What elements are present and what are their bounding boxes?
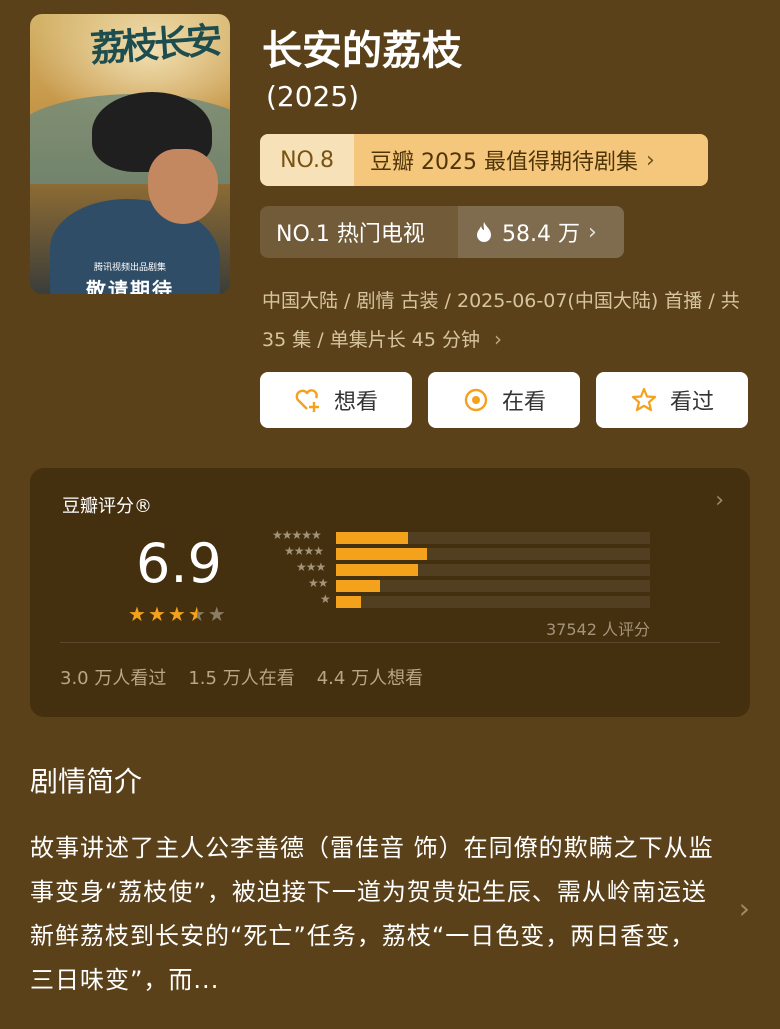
chevron-right-icon[interactable]: › [739,892,750,925]
rating-card[interactable]: 豆瓣评分® › 6.9 ★ ★ ★ ★ ★ ★★★★★ ★★★★ ★★★ ★★ ★ 37542 … [30,468,750,717]
flame-icon [477,222,491,242]
action-buttons: 想看 在看 看过 [260,372,748,428]
rating-count: 37542 人评分 [546,620,650,639]
rating-score: 6.9 [136,532,222,595]
heat-value: 58.4 万 › [458,206,624,258]
poster-figure-face [148,149,218,224]
want-count[interactable]: 4.4 万人想看 [317,664,423,690]
watching-icon [464,388,488,412]
star-outline-icon [631,387,657,412]
heat-text: 58.4 万 [502,222,580,247]
rating-heading: 豆瓣评分® [62,496,152,517]
want-label: 想看 [333,390,378,415]
chevron-right-icon: › [494,327,502,351]
star-filled-icon: ★ [128,602,146,626]
hot-rank-badge[interactable]: NO.1 热门电视 58.4 万 › [260,206,624,258]
want-to-watch-button[interactable]: 想看 [260,372,412,428]
hot-rank-label: NO.1 热门电视 [276,222,425,247]
rating-bar-5-star: ★★★★★ [254,528,654,544]
rating-bar-fill [336,532,408,544]
rating-bar-4-star: ★★★★ [254,544,654,560]
expected-rank-label: 豆瓣 2025 最值得期待剧集 › [354,134,708,186]
rating-bar-stars-label: ★ [320,592,331,606]
watched-label: 看过 [669,390,714,415]
page-title: 长安的荔枝 [262,28,462,74]
rating-bar-fill [336,564,418,576]
star-half-icon: ★ [187,602,206,626]
expected-rank-badge[interactable]: NO.8 豆瓣 2025 最值得期待剧集 › [260,134,708,186]
chevron-right-icon: › [645,147,655,173]
rating-bar-fill [336,596,361,608]
watched-button[interactable]: 看过 [596,372,748,428]
poster-title-art: 荔枝长安 [88,19,220,71]
synopsis-title: 剧情简介 [30,765,143,798]
chevron-right-icon: › [715,488,724,513]
synopsis-text[interactable]: 故事讲述了主人公李善德（雷佳音 饰）在同僚的欺瞒之下从监事变身“荔枝使”，被迫接… [30,826,720,1002]
rating-bar-stars-label: ★★ [308,576,328,590]
rating-bar-stars-label: ★★★★ [284,544,324,558]
poster-studio: 腾讯视频出品剧集 [93,263,166,273]
star-filled-icon: ★ [167,602,186,626]
rating-bar-stars-label: ★★★ [296,560,326,574]
star-filled-icon: ★ [147,602,166,626]
rating-bar-stars-label: ★★★★★ [272,528,322,542]
rating-bar-track [336,596,650,608]
rating-bar-2-star: ★★ [254,576,654,592]
chevron-right-icon: › [587,219,597,245]
poster-image[interactable]: 荔枝长安 腾讯视频出品剧集 敬请期待 [30,14,230,294]
watching-count[interactable]: 1.5 万人在看 [188,664,294,690]
heart-plus-icon [295,389,319,412]
rating-bar-track [336,580,650,592]
rating-bar-fill [336,548,427,560]
rating-bar-1-star: ★ [254,592,654,608]
watching-label: 在看 [501,390,546,415]
rating-bar-3-star: ★★★ [254,560,654,576]
poster-tagline: 敬请期待 [86,278,174,294]
rating-bar-fill [336,580,380,592]
expected-rank-number: NO.8 [260,134,354,186]
watching-button[interactable]: 在看 [428,372,580,428]
release-year: (2025) [266,80,360,113]
watched-count[interactable]: 3.0 万人看过 [60,664,166,690]
audience-stats: 3.0 万人看过 1.5 万人在看 4.4 万人想看 [60,664,423,690]
star-empty-icon: ★ [207,602,226,626]
rating-stars: ★ ★ ★ ★ ★ [128,604,226,624]
expected-rank-text: 豆瓣 2025 最值得期待剧集 [370,150,638,175]
show-meta-info[interactable]: 中国大陆 / 剧情 古装 / 2025-06-07(中国大陆) 首播 / 共 3… [262,282,752,359]
divider [60,642,720,643]
